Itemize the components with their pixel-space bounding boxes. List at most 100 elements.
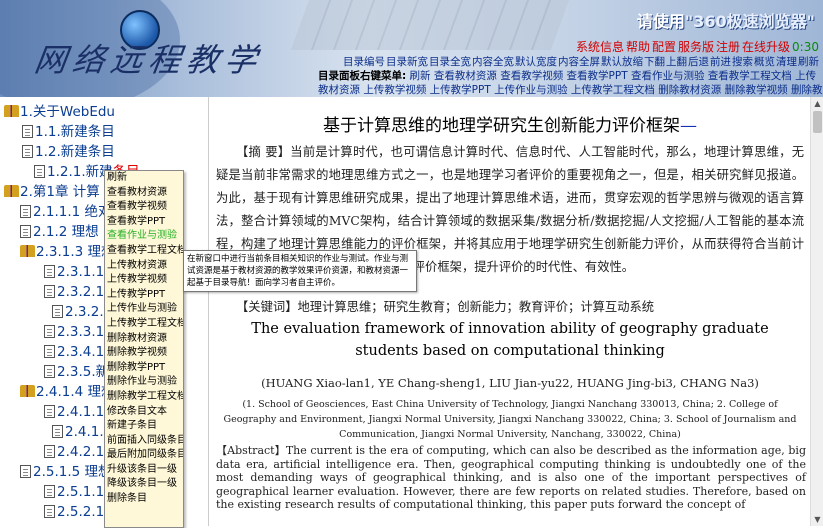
article-title-text: 基于计算思维的地理学研究生创新能力评价框架 bbox=[323, 116, 680, 136]
toolbar-link[interactable]: 刷新 bbox=[798, 56, 819, 68]
toolbar-link[interactable]: 上翻 bbox=[666, 56, 687, 68]
document-icon bbox=[20, 205, 31, 218]
document-icon bbox=[22, 125, 33, 138]
tree-node[interactable]: 1.2.新建条目 bbox=[22, 143, 115, 161]
sys-link[interactable]: 注册 bbox=[716, 40, 740, 54]
document-icon bbox=[44, 365, 55, 378]
english-title: The evaluation framework of innovation a… bbox=[251, 321, 769, 359]
book-icon bbox=[4, 105, 19, 117]
context-menu-item[interactable]: 刷新 bbox=[105, 171, 183, 186]
toolbar-link[interactable]: 默认放缩 bbox=[601, 56, 643, 68]
sys-link[interactable]: 在线升级 bbox=[742, 40, 790, 54]
tree-node[interactable]: 2.第1章 计算 bbox=[4, 183, 100, 201]
scroll-thumb[interactable] bbox=[813, 111, 822, 133]
toolbar-link[interactable]: 默认宽度 bbox=[515, 56, 557, 68]
tree-node-label: 1.1.新建条目 bbox=[35, 124, 115, 140]
tree-node[interactable]: 2.1.1.1 绝对 bbox=[20, 203, 112, 221]
toolbar-links: 目录编号目录新宽目录全宽内容全宽默认宽度内容全屏默认放缩下翻上翻后退前进搜索概览… bbox=[342, 54, 819, 69]
context-menu-item[interactable]: 最后附加同级条目 bbox=[105, 448, 183, 463]
toolbar-link[interactable]: 内容全宽 bbox=[472, 56, 514, 68]
content-scrollbar[interactable]: ▲ ▼ bbox=[810, 97, 823, 526]
document-icon bbox=[44, 405, 55, 418]
tree-node[interactable]: 1.1.新建条目 bbox=[22, 123, 115, 141]
context-menu-item[interactable]: 降级该条目一级 bbox=[105, 477, 183, 492]
book-icon bbox=[4, 185, 19, 197]
context-menu-item[interactable]: 删除教学工程文档 bbox=[105, 390, 183, 405]
document-icon bbox=[44, 505, 55, 518]
tree-node[interactable]: 2.4.1.4 理想 bbox=[20, 383, 115, 401]
sys-link[interactable]: 帮助 bbox=[626, 40, 650, 54]
context-menu-item[interactable]: 前面插入同级条目 bbox=[105, 434, 183, 449]
keywords: 【关键词】地理计算思维；研究生教育；创新能力；教育评价；计算互动系统 bbox=[236, 300, 655, 314]
menu-reference-label: 目录面板右键菜单: bbox=[318, 70, 407, 82]
tree-node[interactable]: 2.3.1.3 理想 bbox=[20, 243, 115, 261]
context-menu-item[interactable]: 删除条目 bbox=[105, 492, 183, 507]
authors: (HUANG Xiao-lan1, YE Chang-sheng1, LIU J… bbox=[261, 376, 759, 390]
document-icon bbox=[20, 225, 31, 238]
context-menu-item[interactable]: 查看教学工程文档 bbox=[105, 244, 183, 259]
tree-node-label: 1.关于WebEdu bbox=[20, 104, 115, 120]
toolbar-link[interactable]: 目录全宽 bbox=[429, 56, 471, 68]
context-menu-item[interactable]: 查看作业与测验 bbox=[105, 229, 183, 244]
content-pane: 基于计算思维的地理学研究生创新能力评价框架— 【摘 要】当前是计算时代，也可谓信… bbox=[210, 97, 810, 526]
abstract-en: 【Abstract】The current is the era of comp… bbox=[216, 444, 806, 511]
toolbar-link[interactable]: 清理 bbox=[776, 56, 797, 68]
toolbar-link[interactable]: 概览 bbox=[754, 56, 775, 68]
context-menu-item[interactable]: 删除教学PPT bbox=[105, 361, 183, 376]
scroll-up-icon[interactable]: ▲ bbox=[811, 97, 823, 110]
tree-node-label: 2.3.1.3 理想 bbox=[36, 244, 115, 260]
tree-context-menu: 刷新 查看教材资源 查看教学视频 查看教学PPT 查看作业与测验 查看教学工程文档 上传教材… bbox=[104, 170, 184, 528]
toolbar-link[interactable]: 前进 bbox=[710, 56, 731, 68]
title-dash: — bbox=[680, 116, 697, 136]
keyboard-decoration bbox=[290, 0, 570, 50]
book-icon bbox=[20, 245, 35, 257]
document-icon bbox=[22, 145, 33, 158]
context-menu-item[interactable]: 升级该条目一级 bbox=[105, 463, 183, 478]
context-menu-item[interactable]: 删除教材资源 bbox=[105, 332, 183, 347]
scroll-down-icon[interactable]: ▼ bbox=[811, 513, 823, 526]
tree-node-label: 2.1.2 理想 bbox=[33, 224, 99, 240]
context-menu-item[interactable]: 查看教学PPT bbox=[105, 215, 183, 230]
context-menu-item[interactable]: 上传教学PPT bbox=[105, 288, 183, 303]
document-icon bbox=[44, 325, 55, 338]
context-menu-reference: 目录面板右键菜单: 刷新 查看教材资源 查看教学视频 查看教学PPT 查看作业与… bbox=[318, 69, 823, 97]
header-banner: 网络远程教学 请使用"360极速浏览器" 系统信息 帮助 配置 服务版 注册 在线升级 0:… bbox=[0, 0, 823, 97]
document-icon bbox=[44, 485, 55, 498]
document-icon bbox=[44, 345, 55, 358]
context-menu-item[interactable]: 上传作业与测验 bbox=[105, 302, 183, 317]
tree-node[interactable]: 2.1.2 理想 bbox=[20, 223, 99, 241]
affiliations: (1. School of Geosciences, East China Un… bbox=[223, 399, 797, 440]
tree-node-label: 2.5.1.5 理想 bbox=[33, 464, 112, 480]
context-menu-item[interactable]: 上传教学视频 bbox=[105, 273, 183, 288]
context-menu-item[interactable]: 删除教学视频 bbox=[105, 346, 183, 361]
tree-node-label: 2.4.1.4 理想 bbox=[36, 384, 115, 400]
tree-node[interactable]: 2.5.1.5 理想 bbox=[20, 463, 112, 481]
tree-node-label: 2.1.1.1 绝对 bbox=[33, 204, 112, 220]
context-menu-item[interactable]: 新建子条目 bbox=[105, 419, 183, 434]
context-menu-item[interactable]: 上传教材资源 bbox=[105, 259, 183, 274]
welcome-prefix: 请使用 bbox=[636, 12, 685, 31]
sys-link[interactable]: 服务版 bbox=[678, 40, 714, 54]
toolbar-link[interactable]: 下翻 bbox=[644, 56, 665, 68]
toolbar-link[interactable]: 目录新宽 bbox=[386, 56, 428, 68]
tree-node[interactable]: 1.关于WebEdu bbox=[4, 103, 115, 121]
context-menu-item[interactable]: 查看教学视频 bbox=[105, 200, 183, 215]
context-menu-item[interactable]: 删除作业与测验 bbox=[105, 375, 183, 390]
sys-link[interactable]: 配置 bbox=[652, 40, 676, 54]
document-icon bbox=[44, 285, 55, 298]
tree-node-label: 1.2.1.新建 bbox=[47, 164, 113, 180]
book-icon bbox=[20, 385, 35, 397]
document-icon bbox=[20, 465, 31, 478]
toolbar-link[interactable]: 目录编号 bbox=[343, 56, 385, 68]
document-icon bbox=[52, 305, 63, 318]
context-menu-item[interactable]: 修改条目文本 bbox=[105, 405, 183, 420]
browser-recommendation: 请使用"360极速浏览器" bbox=[637, 8, 815, 32]
context-menu-item[interactable]: 查看教材资源 bbox=[105, 186, 183, 201]
context-menu-item[interactable]: 上传教学工程文档 bbox=[105, 317, 183, 332]
toolbar-link[interactable]: 内容全屏 bbox=[558, 56, 600, 68]
toolbar-link[interactable]: 后退 bbox=[688, 56, 709, 68]
system-links: 系统信息 帮助 配置 服务版 注册 在线升级 0:30 bbox=[574, 38, 819, 55]
sys-link[interactable]: 系统信息 bbox=[576, 40, 624, 54]
toolbar-link[interactable]: 搜索 bbox=[732, 56, 753, 68]
tree-node-label: 1.2.新建条目 bbox=[35, 144, 115, 160]
